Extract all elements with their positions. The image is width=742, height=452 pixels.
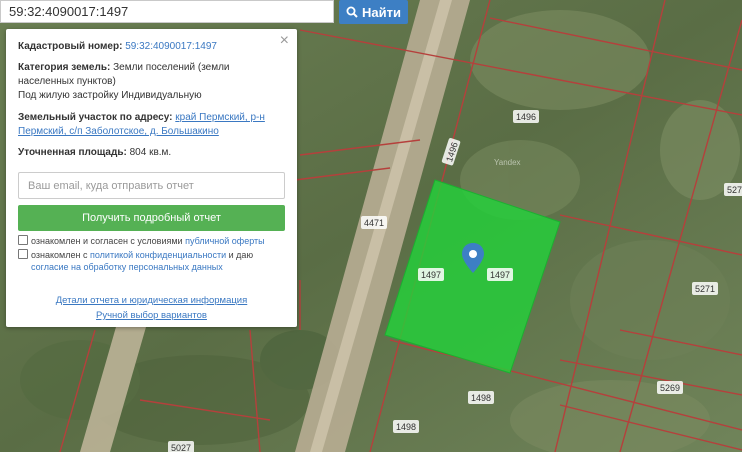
parcel-label: 5269 <box>657 381 683 394</box>
search-icon <box>346 6 358 18</box>
svg-text:5269: 5269 <box>660 383 680 393</box>
category-row: Категория земель: Земли поселений (земли… <box>18 61 282 103</box>
svg-text:1496: 1496 <box>516 112 536 122</box>
area-value: 804 кв.м. <box>129 147 172 158</box>
address-label: Земельный участок по адресу: <box>18 112 173 123</box>
parcel-label: 1497 <box>487 268 513 281</box>
category-value-cont: населенных пунктов) <box>18 76 116 87</box>
privacy-policy-link[interactable]: политикой конфиденциальности <box>90 250 226 260</box>
parcel-label: 5271 <box>692 282 718 295</box>
category-label: Категория земель: <box>18 62 111 73</box>
parcel-label: 4471 <box>361 216 387 229</box>
cadastral-label: Кадастровый номер: <box>18 41 123 52</box>
parcel-label: 1498 <box>393 420 419 433</box>
svg-text:1497: 1497 <box>421 270 441 280</box>
search-input[interactable]: 59:32:4090017:1497 <box>0 0 334 23</box>
cadastral-row: Кадастровый номер: 59:32:4090017:1497 <box>18 40 282 54</box>
consent-offer-checkbox[interactable] <box>18 235 28 245</box>
svg-text:1497: 1497 <box>490 270 510 280</box>
search-button-label: Найти <box>362 4 401 20</box>
details-link[interactable]: Детали отчета и юридическая информация <box>6 294 297 308</box>
manual-select-link[interactable]: Ручной выбор вариантов <box>6 309 297 323</box>
consent-privacy-checkbox[interactable] <box>18 249 28 259</box>
svg-text:5271: 5271 <box>695 284 715 294</box>
consent-offer-row: ознакомлен и согласен с условиями публич… <box>18 235 288 247</box>
svg-text:5027: 5027 <box>171 443 191 452</box>
consent-privacy-row: ознакомлен с политикой конфиденциальност… <box>18 249 288 273</box>
address-link[interactable]: край Пермский, р-н <box>175 112 265 123</box>
public-offer-link[interactable]: публичной оферты <box>185 236 265 246</box>
data-processing-link[interactable]: согласие на обработку персональных данны… <box>18 262 223 272</box>
address-link-cont[interactable]: Пермский, с/п Заболотское, д. Большакино <box>18 126 219 137</box>
cadastral-link[interactable]: 59:32:4090017:1497 <box>125 41 217 52</box>
address-row: Земельный участок по адресу: край Пермск… <box>18 111 282 139</box>
svg-text:1498: 1498 <box>471 393 491 403</box>
search-button[interactable]: Найти <box>339 0 408 24</box>
consent-privacy-text: ознакомлен с <box>31 250 88 260</box>
email-input[interactable]: Ваш email, куда отправить отчет <box>18 172 285 199</box>
parcel-label: 1497 <box>418 268 444 281</box>
parcel-label: 1498 <box>468 391 494 404</box>
svg-text:4471: 4471 <box>364 218 384 228</box>
category-value: Земли поселений (земли <box>113 62 230 73</box>
yandex-mark: Yandex <box>494 158 521 167</box>
land-use-value: Под жилую застройку Индивидуальную <box>18 90 202 101</box>
consent-offer-text: ознакомлен и согласен с условиями <box>31 236 183 246</box>
parcel-label: 5271 <box>724 183 742 196</box>
parcel-label: 5027 <box>168 441 194 452</box>
area-row: Уточненная площадь: 804 кв.м. <box>18 146 282 160</box>
consent-privacy-text-2: и даю <box>228 250 254 260</box>
get-report-button[interactable]: Получить подробный отчет <box>18 205 285 231</box>
parcel-label: 1496 <box>513 110 539 123</box>
svg-text:1498: 1498 <box>396 422 416 432</box>
area-label: Уточненная площадь: <box>18 147 127 158</box>
parcel-info-card: × Кадастровый номер: 59:32:4090017:1497 … <box>6 29 297 327</box>
svg-text:5271: 5271 <box>727 185 742 195</box>
